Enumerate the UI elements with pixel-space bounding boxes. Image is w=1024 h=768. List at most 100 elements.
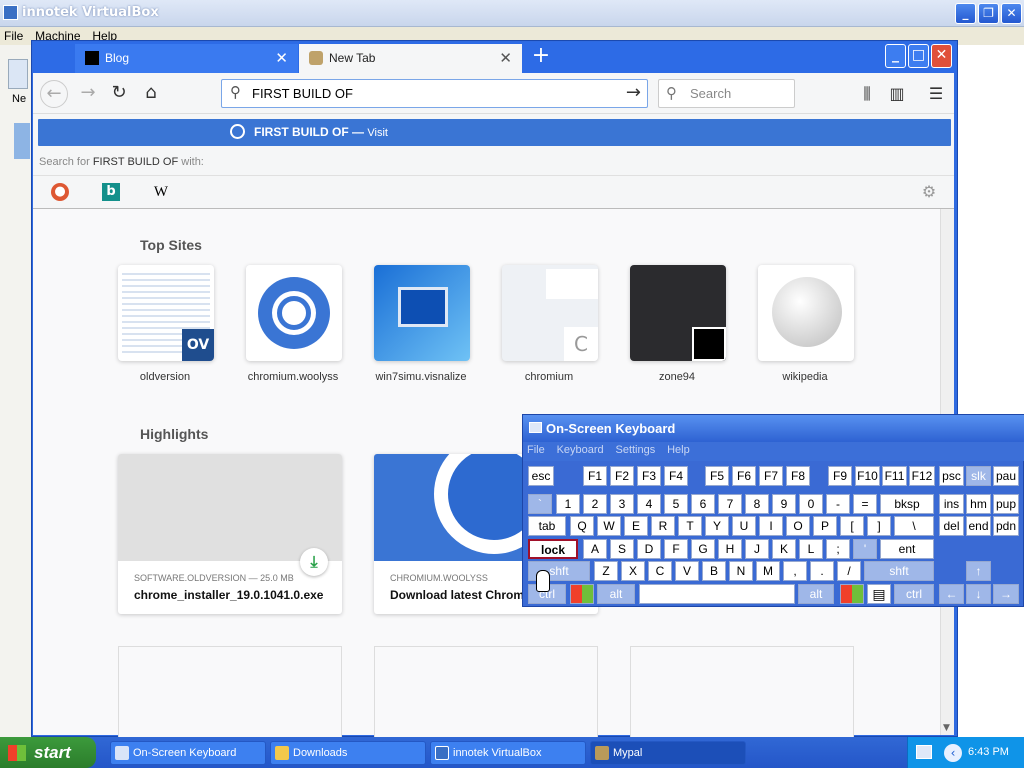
key-end[interactable]: end bbox=[966, 516, 991, 536]
key-tab[interactable]: tab bbox=[528, 516, 566, 536]
start-button[interactable]: start bbox=[0, 737, 96, 768]
key-rbracket[interactable]: ] bbox=[867, 516, 891, 536]
close-icon[interactable]: ✕ bbox=[1001, 3, 1022, 24]
key-e[interactable]: e bbox=[624, 516, 648, 536]
key-pau[interactable]: pau bbox=[993, 466, 1019, 486]
visit-suggestion[interactable]: FIRST BUILD OF — Visit bbox=[38, 119, 951, 146]
key-q[interactable]: q bbox=[570, 516, 594, 536]
osk-menu-keyboard[interactable]: Keyboard bbox=[557, 444, 604, 456]
key-pdn[interactable]: pdn bbox=[993, 516, 1019, 536]
sidebar-icon[interactable]: ▥ bbox=[887, 84, 907, 104]
key-h[interactable]: h bbox=[718, 539, 742, 559]
key-x[interactable]: x bbox=[621, 561, 645, 581]
key-d[interactable]: d bbox=[637, 539, 661, 559]
key-minus[interactable]: - bbox=[826, 494, 850, 514]
key-down-arrow-icon[interactable]: ↓ bbox=[966, 584, 991, 604]
key-5[interactable]: 5 bbox=[664, 494, 688, 514]
key-0[interactable]: 0 bbox=[799, 494, 823, 514]
search-settings-gear-icon[interactable]: ⚙ bbox=[920, 183, 938, 201]
windows-key-icon[interactable] bbox=[840, 584, 864, 604]
back-arrow-icon[interactable]: ← bbox=[40, 80, 68, 108]
key-r[interactable]: r bbox=[651, 516, 675, 536]
key-period[interactable]: . bbox=[810, 561, 834, 581]
osk-menu-file[interactable]: File bbox=[527, 444, 545, 456]
close-icon[interactable]: ✕ bbox=[931, 44, 952, 68]
key-f4[interactable]: F4 bbox=[664, 466, 688, 486]
key-comma[interactable]: , bbox=[783, 561, 807, 581]
top-site-chromium[interactable]: C bbox=[502, 265, 598, 361]
key-right-ctrl[interactable]: ctrl bbox=[894, 584, 934, 604]
key-4[interactable]: 4 bbox=[637, 494, 661, 514]
key-left-alt[interactable]: alt bbox=[597, 584, 635, 604]
key-s[interactable]: s bbox=[610, 539, 634, 559]
key-right-arrow-icon[interactable]: → bbox=[993, 584, 1019, 604]
minimize-icon[interactable]: _ bbox=[955, 3, 976, 24]
key-f[interactable]: f bbox=[664, 539, 688, 559]
key-o[interactable]: o bbox=[786, 516, 810, 536]
top-site-wikipedia[interactable] bbox=[758, 265, 854, 361]
keyboard-tray-icon[interactable] bbox=[916, 745, 932, 759]
key-slash[interactable]: / bbox=[837, 561, 861, 581]
key-f9[interactable]: F9 bbox=[828, 466, 852, 486]
hamburger-menu-icon[interactable]: ☰ bbox=[926, 84, 946, 104]
key-c[interactable]: c bbox=[648, 561, 672, 581]
key-t[interactable]: t bbox=[678, 516, 702, 536]
key-u[interactable]: u bbox=[732, 516, 756, 536]
key-f7[interactable]: F7 bbox=[759, 466, 783, 486]
new-vm-icon[interactable] bbox=[8, 59, 28, 89]
search-box[interactable]: ⚲ Search bbox=[658, 79, 795, 108]
key-6[interactable]: 6 bbox=[691, 494, 715, 514]
close-tab-icon[interactable]: ✕ bbox=[499, 49, 512, 67]
menu-file[interactable]: File bbox=[4, 29, 23, 43]
key-enter[interactable]: ent bbox=[880, 539, 934, 559]
key-caps-lock[interactable]: lock bbox=[528, 539, 578, 559]
key-bksp[interactable]: bksp bbox=[880, 494, 934, 514]
key-1[interactable]: 1 bbox=[556, 494, 580, 514]
key-slk[interactable]: slk bbox=[966, 466, 991, 486]
tab-blog[interactable]: Blog ✕ bbox=[75, 44, 298, 73]
top-site-zone94[interactable] bbox=[630, 265, 726, 361]
key-k[interactable]: k bbox=[772, 539, 796, 559]
key-right-alt[interactable]: alt bbox=[798, 584, 834, 604]
restore-icon[interactable]: ❐ bbox=[978, 3, 999, 24]
key-backslash[interactable]: \ bbox=[894, 516, 934, 536]
key-f2[interactable]: F2 bbox=[610, 466, 634, 486]
key-del[interactable]: del bbox=[939, 516, 964, 536]
taskbar-item-mypal[interactable]: Mypal bbox=[590, 741, 746, 765]
home-icon[interactable]: ⌂ bbox=[137, 80, 165, 108]
duckduckgo-icon[interactable]: ● bbox=[51, 183, 69, 201]
key-equals[interactable]: = bbox=[853, 494, 877, 514]
key-f10[interactable]: F10 bbox=[855, 466, 880, 486]
key-i[interactable]: i bbox=[759, 516, 783, 536]
key-z[interactable]: z bbox=[594, 561, 618, 581]
key-right-shift[interactable]: shft bbox=[864, 561, 934, 581]
key-esc[interactable]: esc bbox=[528, 466, 554, 486]
taskbar-item-virtualbox[interactable]: innotek VirtualBox bbox=[430, 741, 586, 765]
key-hm[interactable]: hm bbox=[966, 494, 991, 514]
url-input-text[interactable]: FIRST BUILD OF bbox=[252, 86, 353, 101]
minimize-icon[interactable]: _ bbox=[885, 44, 906, 68]
key-f11[interactable]: F11 bbox=[882, 466, 907, 486]
chevron-left-icon[interactable]: ‹ bbox=[944, 744, 962, 762]
close-tab-icon[interactable]: ✕ bbox=[275, 49, 288, 67]
vm-thumbnail[interactable] bbox=[14, 123, 30, 159]
key-f12[interactable]: F12 bbox=[909, 466, 935, 486]
key-backtick[interactable]: ` bbox=[528, 494, 552, 514]
key-f8[interactable]: F8 bbox=[786, 466, 810, 486]
key-7[interactable]: 7 bbox=[718, 494, 742, 514]
key-v[interactable]: v bbox=[675, 561, 699, 581]
key-up-arrow-icon[interactable]: ↑ bbox=[966, 561, 991, 581]
key-left-arrow-icon[interactable]: ← bbox=[939, 584, 964, 604]
taskbar-item-downloads[interactable]: Downloads bbox=[270, 741, 426, 765]
library-icon[interactable]: ⫼ bbox=[857, 84, 877, 104]
osk-menu-settings[interactable]: Settings bbox=[615, 444, 655, 456]
maximize-icon[interactable]: □ bbox=[908, 44, 929, 68]
top-site-win7simu[interactable] bbox=[374, 265, 470, 361]
key-quote[interactable]: ' bbox=[853, 539, 877, 559]
key-f1[interactable]: F1 bbox=[583, 466, 607, 486]
osk-titlebar[interactable]: On-Screen Keyboard bbox=[523, 415, 1024, 442]
key-pup[interactable]: pup bbox=[993, 494, 1019, 514]
tab-new-tab[interactable]: New Tab ✕ bbox=[299, 44, 522, 73]
reload-icon[interactable]: ↻ bbox=[105, 80, 133, 108]
taskbar-item-osk[interactable]: On-Screen Keyboard bbox=[110, 741, 266, 765]
